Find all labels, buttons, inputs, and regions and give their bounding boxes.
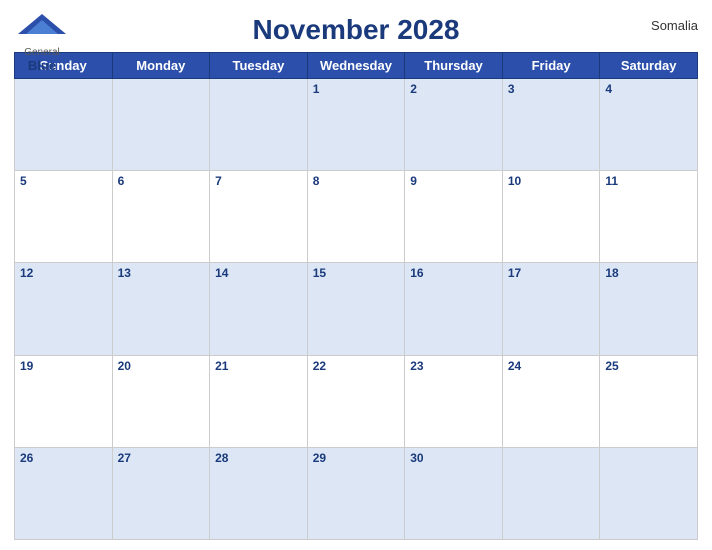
day-number-23: 23 (410, 359, 497, 373)
header-tuesday: Tuesday (210, 53, 308, 79)
header-wednesday: Wednesday (307, 53, 405, 79)
day-cell-9: 9 (405, 171, 503, 263)
empty-cell-w0-d1 (112, 79, 210, 171)
calendar-title: November 2028 (252, 14, 459, 46)
weekday-header-row: Sunday Monday Tuesday Wednesday Thursday… (15, 53, 698, 79)
day-cell-18: 18 (600, 263, 698, 355)
header-saturday: Saturday (600, 53, 698, 79)
day-number-18: 18 (605, 266, 692, 280)
week-row-4: 19 20 21 22 23 24 25 (15, 355, 698, 447)
day-number-10: 10 (508, 174, 595, 188)
day-number-6: 6 (118, 174, 205, 188)
day-cell-13: 13 (112, 263, 210, 355)
day-cell-14: 14 (210, 263, 308, 355)
day-cell-10: 10 (502, 171, 600, 263)
day-cell-21: 21 (210, 355, 308, 447)
day-cell-20: 20 (112, 355, 210, 447)
header-monday: Monday (112, 53, 210, 79)
generalblue-logo: General Blue (14, 12, 70, 74)
logo-blue-text: Blue (28, 58, 56, 74)
day-cell-11: 11 (600, 171, 698, 263)
header-thursday: Thursday (405, 53, 503, 79)
day-cell-12: 12 (15, 263, 113, 355)
day-cell-3: 3 (502, 79, 600, 171)
day-number-13: 13 (118, 266, 205, 280)
day-number-25: 25 (605, 359, 692, 373)
day-number-21: 21 (215, 359, 302, 373)
day-cell-29: 29 (307, 447, 405, 539)
week-row-3: 12 13 14 15 16 17 18 (15, 263, 698, 355)
day-number-3: 3 (508, 82, 595, 96)
day-number-28: 28 (215, 451, 302, 465)
day-number-5: 5 (20, 174, 107, 188)
week-row-1: 1234 (15, 79, 698, 171)
day-number-29: 29 (313, 451, 400, 465)
empty-cell-w0-d0 (15, 79, 113, 171)
day-number-14: 14 (215, 266, 302, 280)
day-number-2: 2 (410, 82, 497, 96)
day-cell-25: 25 (600, 355, 698, 447)
day-number-4: 4 (605, 82, 692, 96)
day-number-19: 19 (20, 359, 107, 373)
day-cell-15: 15 (307, 263, 405, 355)
day-cell-1: 1 (307, 79, 405, 171)
empty-cell-w0-d2 (210, 79, 308, 171)
day-number-24: 24 (508, 359, 595, 373)
logo-general-text: General (24, 48, 60, 58)
day-number-11: 11 (605, 174, 692, 188)
day-cell-23: 23 (405, 355, 503, 447)
day-cell-28: 28 (210, 447, 308, 539)
day-cell-24: 24 (502, 355, 600, 447)
day-cell-6: 6 (112, 171, 210, 263)
day-cell-27: 27 (112, 447, 210, 539)
day-cell-7: 7 (210, 171, 308, 263)
day-cell-30: 30 (405, 447, 503, 539)
day-number-20: 20 (118, 359, 205, 373)
week-row-2: 56789 10 11 (15, 171, 698, 263)
day-cell-22: 22 (307, 355, 405, 447)
logo-icon (14, 12, 70, 48)
empty-cell-w4-d5 (502, 447, 600, 539)
day-number-15: 15 (313, 266, 400, 280)
calendar-table: Sunday Monday Tuesday Wednesday Thursday… (14, 52, 698, 540)
day-number-27: 27 (118, 451, 205, 465)
day-number-17: 17 (508, 266, 595, 280)
day-number-26: 26 (20, 451, 107, 465)
calendar-page: General Blue November 2028 Somalia Sunda… (0, 0, 712, 550)
day-cell-26: 26 (15, 447, 113, 539)
country-label: Somalia (651, 18, 698, 33)
header-friday: Friday (502, 53, 600, 79)
empty-cell-w4-d6 (600, 447, 698, 539)
day-number-7: 7 (215, 174, 302, 188)
day-number-8: 8 (313, 174, 400, 188)
day-number-9: 9 (410, 174, 497, 188)
day-number-1: 1 (313, 82, 400, 96)
day-number-22: 22 (313, 359, 400, 373)
day-cell-19: 19 (15, 355, 113, 447)
calendar-header: General Blue November 2028 Somalia (14, 10, 698, 46)
week-row-5: 26 27 28 29 30 (15, 447, 698, 539)
day-cell-4: 4 (600, 79, 698, 171)
day-cell-5: 5 (15, 171, 113, 263)
day-number-16: 16 (410, 266, 497, 280)
day-cell-2: 2 (405, 79, 503, 171)
day-cell-17: 17 (502, 263, 600, 355)
day-cell-16: 16 (405, 263, 503, 355)
day-number-30: 30 (410, 451, 497, 465)
day-number-12: 12 (20, 266, 107, 280)
day-cell-8: 8 (307, 171, 405, 263)
